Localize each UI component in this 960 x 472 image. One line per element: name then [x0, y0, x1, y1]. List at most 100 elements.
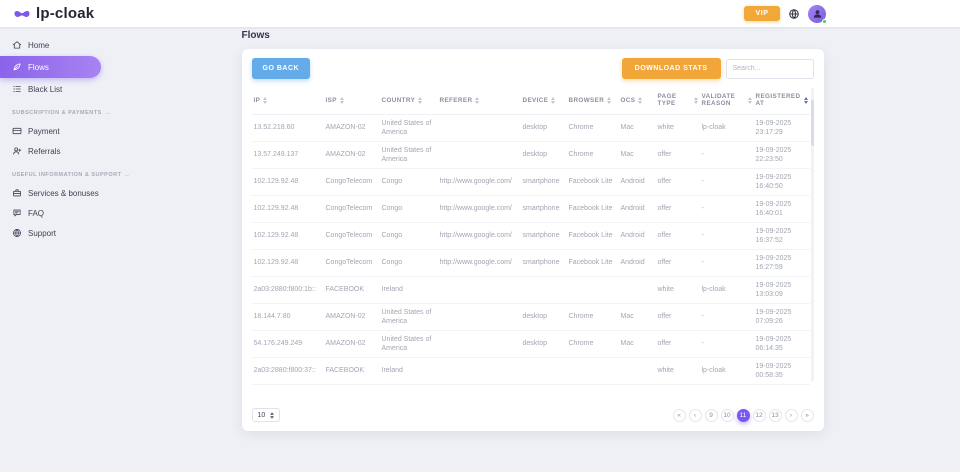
table-row[interactable]: 54.176.249.249AMAZON-02United States of …: [252, 331, 810, 358]
sidebar-item-support[interactable]: Support: [0, 223, 105, 243]
sort-icon: [418, 97, 422, 104]
cell-device: desktop: [521, 331, 567, 358]
cell-ip: 2a03:2880:f800:37::: [252, 358, 324, 385]
cell-ocs: Android: [619, 250, 656, 277]
table-row[interactable]: 18.144.7.80AMAZON-02United States of Ame…: [252, 304, 810, 331]
table-row[interactable]: 2a03:2880:f800:1b::FACEBOOKIrelandwhitel…: [252, 277, 810, 304]
column-header-country[interactable]: COUNTRY: [380, 86, 438, 115]
table-row[interactable]: 2a03:2880:f800:37::FACEBOOKIrelandwhitel…: [252, 358, 810, 385]
logo-text: lp-cloak: [36, 5, 94, 22]
cell-ip: 13.57.249.137: [252, 142, 324, 169]
cell-referer: [438, 115, 521, 142]
table-scrollbar[interactable]: [811, 88, 814, 381]
table-row[interactable]: 13.57.249.137AMAZON-02United States of A…: [252, 142, 810, 169]
cell-registered_at: 19-09-202516:40:50: [754, 169, 810, 196]
cell-registered_at: 19-09-202513:03:09: [754, 277, 810, 304]
sidebar-section-header: SUBSCRIPTION & PAYMENTS: [0, 99, 105, 121]
column-header-ip[interactable]: IP: [252, 86, 324, 115]
sort-icon: [263, 97, 267, 104]
column-header-browser[interactable]: BROWSER: [567, 86, 619, 115]
cell-ip: 102.129.92.48: [252, 196, 324, 223]
column-label: PAGE TYPE: [658, 93, 691, 107]
column-header-referer[interactable]: REFERER: [438, 86, 521, 115]
column-header-ocs[interactable]: OCS: [619, 86, 656, 115]
download-stats-button[interactable]: DOWNLOAD STATS: [622, 58, 721, 79]
cell-country: Congo: [380, 196, 438, 223]
cell-ip: 102.129.92.48: [252, 169, 324, 196]
cell-isp: CongoTelecom: [324, 223, 380, 250]
page-button-12[interactable]: 12: [753, 409, 766, 422]
support-icon: [12, 228, 22, 238]
table-row[interactable]: 102.129.92.48CongoTelecomCongohttp://www…: [252, 196, 810, 223]
column-header-device[interactable]: DEVICE: [521, 86, 567, 115]
table-row[interactable]: 13.52.218.60AMAZON-02United States of Am…: [252, 115, 810, 142]
cell-ocs: Android: [619, 223, 656, 250]
vip-button[interactable]: VIP: [744, 6, 780, 21]
table-row[interactable]: 102.129.92.48CongoTelecomCongohttp://www…: [252, 169, 810, 196]
cell-country: United States of America: [380, 304, 438, 331]
cell-registered_at: 19-09-202500:58:35: [754, 358, 810, 385]
sort-icon: [551, 97, 555, 104]
cell-browser: Chrome: [567, 304, 619, 331]
sidebar-item-home[interactable]: Home: [0, 35, 105, 55]
sort-icon: [748, 97, 752, 104]
sort-icon: [638, 97, 642, 104]
home-icon: [12, 40, 22, 50]
page-button-10[interactable]: 10: [721, 409, 734, 422]
column-header-validate_reason[interactable]: VALIDATE REASON: [700, 86, 754, 115]
page-size-select[interactable]: 10: [252, 408, 281, 422]
sidebar-item-referrals[interactable]: Referrals: [0, 141, 105, 161]
sort-icon: [804, 97, 808, 104]
table-row[interactable]: 102.129.92.48CongoTelecomCongohttp://www…: [252, 223, 810, 250]
sidebar-item-black-list[interactable]: Black List: [0, 79, 105, 99]
sidebar-item-flows[interactable]: Flows: [0, 56, 101, 78]
avatar[interactable]: [808, 5, 826, 23]
cell-isp: FACEBOOK: [324, 277, 380, 304]
pagination-first-button[interactable]: «: [673, 409, 686, 422]
cell-browser: Facebook Lite: [567, 196, 619, 223]
main-area: Flows GO BACK DOWNLOAD STATS IPISPCOUNTR…: [105, 27, 960, 472]
sort-icon: [340, 97, 344, 104]
cell-isp: AMAZON-02: [324, 331, 380, 358]
page-button-9[interactable]: 9: [705, 409, 718, 422]
cell-ocs: Mac: [619, 115, 656, 142]
column-header-registered_at[interactable]: REGISTERED AT: [754, 86, 810, 115]
cell-page_type: offer: [656, 304, 700, 331]
cell-validate_reason: -: [700, 196, 754, 223]
search-input[interactable]: [726, 59, 814, 79]
cell-isp: CongoTelecom: [324, 169, 380, 196]
sort-icon: [694, 97, 698, 104]
cell-page_type: white: [656, 358, 700, 385]
page-button-13[interactable]: 13: [769, 409, 782, 422]
referrals-icon: [12, 146, 22, 156]
cell-browser: [567, 358, 619, 385]
cell-registered_at: 19-09-202516:37:52: [754, 223, 810, 250]
logo[interactable]: lp-cloak: [13, 5, 94, 22]
cell-country: Congo: [380, 169, 438, 196]
cell-referer: http://www.google.com/: [438, 169, 521, 196]
page-button-11[interactable]: 11: [737, 409, 750, 422]
pagination-last-button[interactable]: »: [801, 409, 814, 422]
pagination: «‹910111213›»: [673, 409, 814, 422]
sidebar-item-services-bonuses[interactable]: Services & bonuses: [0, 183, 105, 203]
sidebar-item-label: Home: [28, 41, 49, 50]
column-header-page_type[interactable]: PAGE TYPE: [656, 86, 700, 115]
column-header-isp[interactable]: ISP: [324, 86, 380, 115]
pagination-next-button[interactable]: ›: [785, 409, 798, 422]
cell-ip: 13.52.218.60: [252, 115, 324, 142]
cell-validate_reason: lp-cloak: [700, 358, 754, 385]
cell-validate_reason: lp-cloak: [700, 115, 754, 142]
table-scrollbar-thumb[interactable]: [811, 100, 814, 146]
column-label: REFERER: [440, 97, 473, 104]
language-globe-icon[interactable]: [788, 8, 800, 20]
table-row[interactable]: 102.129.92.48CongoTelecomCongohttp://www…: [252, 250, 810, 277]
cell-ip: 102.129.92.48: [252, 223, 324, 250]
cell-page_type: offer: [656, 142, 700, 169]
cell-page_type: offer: [656, 223, 700, 250]
sidebar-item-payment[interactable]: Payment: [0, 121, 105, 141]
go-back-button[interactable]: GO BACK: [252, 58, 311, 79]
cell-device: smartphone: [521, 223, 567, 250]
sidebar-item-faq[interactable]: FAQ: [0, 203, 105, 223]
pagination-prev-button[interactable]: ‹: [689, 409, 702, 422]
cell-registered_at: 19-09-202507:09:26: [754, 304, 810, 331]
